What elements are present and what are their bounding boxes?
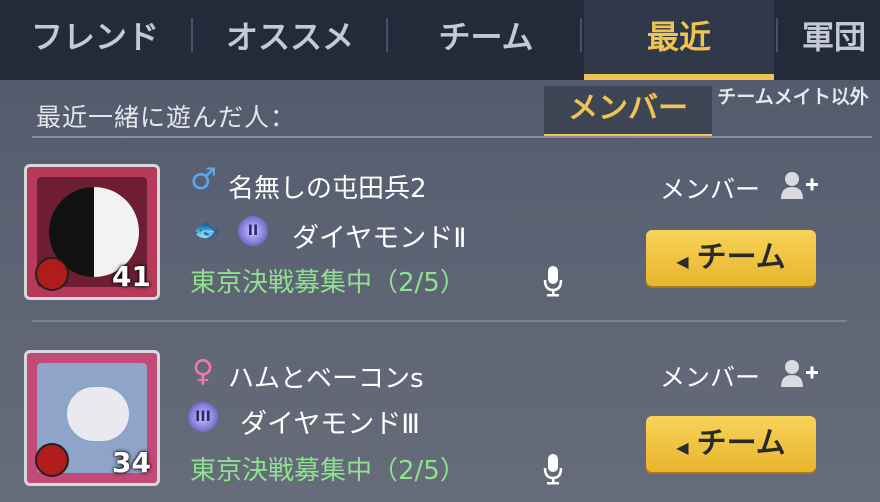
caret-left-icon: ◀	[676, 438, 689, 457]
player-level: 34	[112, 446, 151, 479]
recent-players-heading: 最近一緒に遊んだ人：	[36, 103, 297, 132]
caret-left-icon: ◀	[676, 252, 689, 271]
tab-friends[interactable]: フレンド	[10, 0, 180, 80]
add-friend-icon[interactable]	[780, 170, 818, 200]
player-row: 41 ♂ 名無しの屯田兵2 🐟 II ダイヤモンドⅡ 東京決戦募集中（2/5） …	[0, 160, 880, 320]
add-friend-icon[interactable]	[780, 358, 818, 388]
player-status: 東京決戦募集中（2/5）	[190, 268, 466, 298]
invite-team-button[interactable]: ◀ チーム	[646, 230, 816, 286]
microphone-icon	[543, 266, 563, 297]
male-icon: ♂	[190, 162, 217, 197]
tab-divider	[580, 18, 582, 52]
top-tab-bar: フレンド オススメ チーム 最近 軍団	[0, 0, 880, 80]
player-rank: ダイヤモンドⅢ	[240, 409, 420, 440]
subheader-divider	[32, 136, 872, 138]
avatar[interactable]: 41	[24, 164, 160, 300]
female-icon: ♀	[192, 354, 214, 389]
tab-team[interactable]: チーム	[396, 0, 576, 80]
tab-divider	[191, 18, 193, 52]
player-level: 41	[112, 260, 151, 293]
invite-team-button[interactable]: ◀ チーム	[646, 416, 816, 472]
filter-tab-non-teammates[interactable]: チームメイト以外	[714, 86, 872, 134]
player-name: 名無しの屯田兵2	[228, 174, 427, 204]
diamond-rank-icon: II	[238, 216, 268, 246]
member-status-label: メンバー	[660, 175, 761, 204]
tab-recent[interactable]: 最近	[584, 0, 774, 80]
diamond-rank-icon: III	[188, 402, 218, 432]
tab-recommended[interactable]: オススメ	[200, 0, 380, 80]
clan-emblem-icon	[35, 443, 69, 477]
plush-avatar-image	[67, 387, 129, 441]
member-status-label: メンバー	[660, 363, 761, 392]
microphone-icon	[543, 454, 563, 485]
player-rank: ダイヤモンドⅡ	[292, 223, 467, 254]
player-row: 34 ♀ ハムとベーコンs III ダイヤモンドⅢ 東京決戦募集中（2/5） メ…	[0, 340, 880, 500]
player-name: ハムとベーコンs	[228, 364, 424, 394]
tab-divider	[776, 18, 778, 52]
filter-tab-members[interactable]: メンバー	[544, 86, 712, 138]
row-divider	[32, 320, 847, 322]
avatar[interactable]: 34	[24, 350, 160, 486]
tab-legion[interactable]: 軍団	[782, 0, 880, 80]
clan-emblem-icon	[35, 257, 69, 291]
fish-title-icon: 🐟	[193, 218, 221, 243]
team-button-label: チーム	[696, 426, 786, 461]
player-status: 東京決戦募集中（2/5）	[190, 456, 466, 486]
tab-divider	[386, 18, 388, 52]
team-button-label: チーム	[696, 240, 786, 275]
